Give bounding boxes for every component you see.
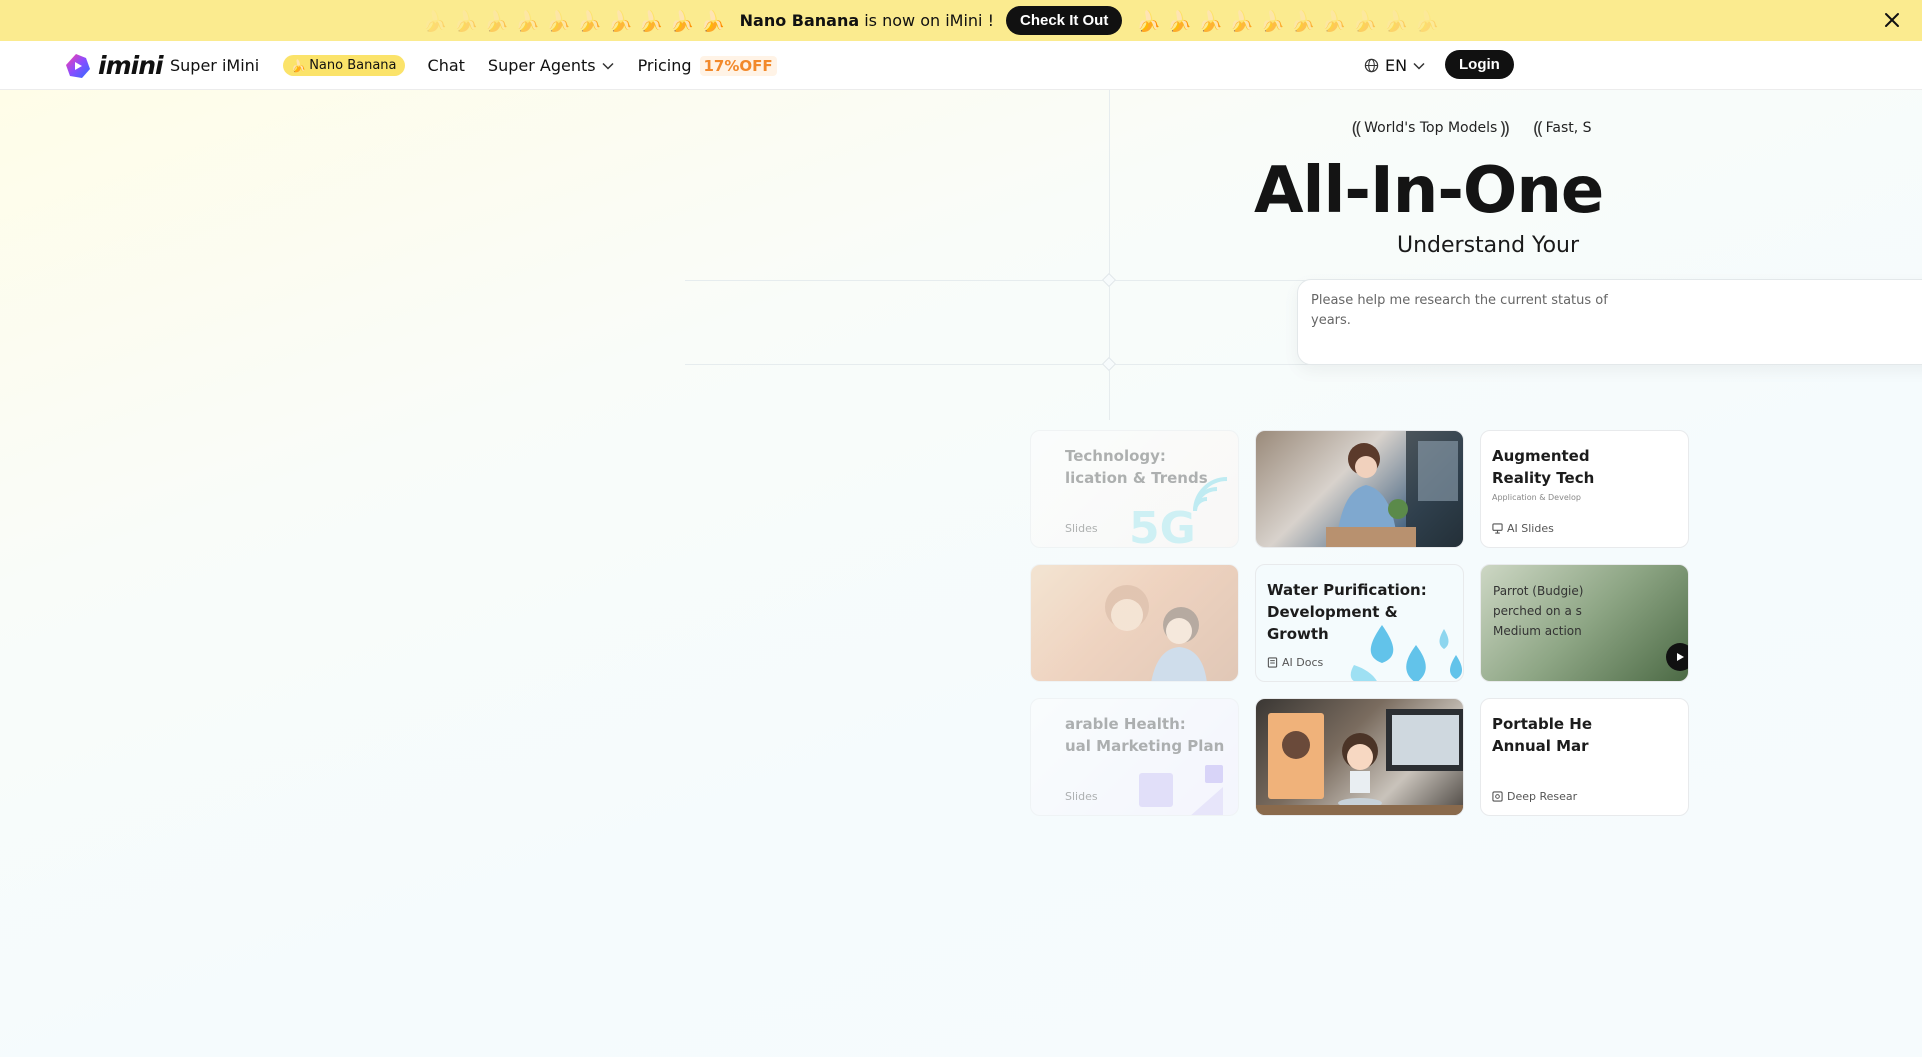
nav-pricing-label: Pricing (637, 56, 692, 75)
laurel-icon: ⸩ (1500, 118, 1510, 139)
grid-diamond (1101, 356, 1117, 372)
card-tag-label: AI Docs (1282, 656, 1324, 669)
banner-text: is now on iMini ! (864, 11, 994, 30)
card-portable-health[interactable]: Portable He Annual Mar Deep Resear (1480, 698, 1689, 816)
card-tag-label: AI Slides (1507, 522, 1554, 535)
prompt-input[interactable]: Please help me research the current stat… (1297, 279, 1922, 365)
badge-label: Fast, S (1545, 120, 1592, 136)
card-image-woman-cafe[interactable] (1255, 430, 1464, 548)
nav-menu: Super iMini 🍌 Nano Banana Chat Super Age… (170, 41, 777, 90)
hero-headline: All-In-One (1254, 154, 1604, 228)
card-tag: AI Docs (1267, 656, 1323, 669)
badge-top-models: ⸨ World's Top Models ⸩ (1352, 116, 1509, 140)
water-drops-graphic (1350, 625, 1462, 681)
nav-nano-banana-label: Nano Banana (309, 58, 397, 73)
nav-chat[interactable]: Chat (428, 56, 465, 75)
slides-icon (1492, 523, 1503, 534)
card-image-father-daughter[interactable] (1030, 564, 1239, 682)
card-tag: Deep Resear (1492, 790, 1577, 803)
language-selector[interactable]: EN (1364, 56, 1425, 75)
5g-graphic: 5G (1129, 503, 1196, 548)
globe-icon (1364, 58, 1379, 73)
chevron-down-icon (1413, 62, 1425, 70)
card-title: Augmented Reality Tech (1492, 447, 1595, 487)
language-label: EN (1385, 56, 1408, 75)
card-title: arable Health: ual Marketing Plan (1065, 715, 1225, 755)
nav-super-agents-label: Super Agents (487, 56, 596, 75)
nav-super-agents[interactable]: Super Agents (488, 56, 614, 75)
card-augmented-reality[interactable]: Augmented Reality Tech Application & Dev… (1480, 430, 1689, 548)
card-wearable-health[interactable]: arable Health: ual Marketing Plan Slides (1030, 698, 1239, 816)
signal-icon (1193, 477, 1228, 512)
check-it-out-button[interactable]: Check It Out (1006, 6, 1123, 35)
card-caption: Parrot (Budgie) perched on a s Medium ac… (1493, 584, 1584, 638)
father-daughter-image (1105, 585, 1207, 681)
imini-logo-icon (66, 53, 90, 78)
logo-text: imini (98, 51, 164, 80)
laurel-icon: ⸨ (1352, 118, 1362, 139)
banana-icon: 🍌 (291, 58, 307, 73)
card-tag: Slides (1065, 522, 1098, 535)
deep-research-icon (1492, 791, 1503, 802)
banana-decoration-left: 🍌 🍌 🍌 🍌 🍌 🍌 🍌 🍌 🍌 🍌 (422, 8, 726, 33)
banner-message: Nano Banana is now on iMini ! (740, 11, 994, 30)
feature-badges: ⸨ World's Top Models ⸩ ⸨ Fast, S (1352, 116, 1592, 140)
card-parrot-image[interactable]: Parrot (Budgie) perched on a s Medium ac… (1480, 564, 1689, 682)
card-tag: Slides (1065, 790, 1098, 803)
close-icon (1885, 13, 1899, 27)
card-title: Technology: lication & Trends (1065, 447, 1208, 487)
imini-logo[interactable]: imini (64, 51, 164, 80)
card-figurine-image[interactable] (1255, 698, 1464, 816)
grid-diamond (1101, 272, 1117, 288)
login-button[interactable]: Login (1445, 50, 1514, 79)
prompt-text-line-1: Please help me research the current stat… (1311, 293, 1608, 308)
card-subtitle: Application & Develop (1492, 493, 1581, 502)
hero-subline: Understand Your (1397, 233, 1580, 258)
banner-brand: Nano Banana (739, 11, 860, 30)
close-banner-button[interactable] (1880, 8, 1904, 32)
card-title: Portable He Annual Mar (1492, 715, 1592, 755)
discount-badge: 17%OFF (699, 55, 777, 76)
card-water-purification[interactable]: Water Purification: Development & Growth… (1255, 564, 1464, 682)
card-tag: AI Slides (1492, 522, 1554, 535)
docs-icon (1267, 657, 1278, 668)
woman-cafe-image (1326, 431, 1463, 547)
nav-super-imini[interactable]: Super iMini (170, 56, 259, 75)
top-navigation: imini Super iMini 🍌 Nano Banana Chat Sup… (0, 41, 1922, 90)
announcement-banner: 🍌 🍌 🍌 🍌 🍌 🍌 🍌 🍌 🍌 🍌 Nano Banana is now on iMini !… (0, 0, 1922, 41)
prompt-text-line-2: years. (1311, 313, 1351, 328)
banana-decoration-right: 🍌 🍌 🍌 🍌 🍌 🍌 🍌 🍌 🍌 🍌 (1136, 8, 1440, 33)
nav-nano-banana[interactable]: 🍌 Nano Banana (283, 55, 405, 76)
badge-label: World's Top Models (1364, 120, 1498, 136)
shapes-graphic (1139, 765, 1223, 815)
hero-section: ⸨ World's Top Models ⸩ ⸨ Fast, S All-In-… (0, 90, 1922, 1057)
play-button[interactable] (1666, 643, 1688, 671)
play-icon (1677, 653, 1684, 661)
nav-pricing[interactable]: Pricing 17%OFF (637, 55, 777, 76)
card-tag-label: Deep Resear (1507, 790, 1578, 803)
figurine-image (1256, 709, 1463, 815)
chevron-down-icon (602, 62, 614, 70)
card-5g-technology[interactable]: Technology: lication & Trends Slides 5G (1030, 430, 1239, 548)
laurel-icon: ⸨ (1533, 118, 1543, 139)
badge-fast: ⸨ Fast, S (1533, 116, 1591, 140)
